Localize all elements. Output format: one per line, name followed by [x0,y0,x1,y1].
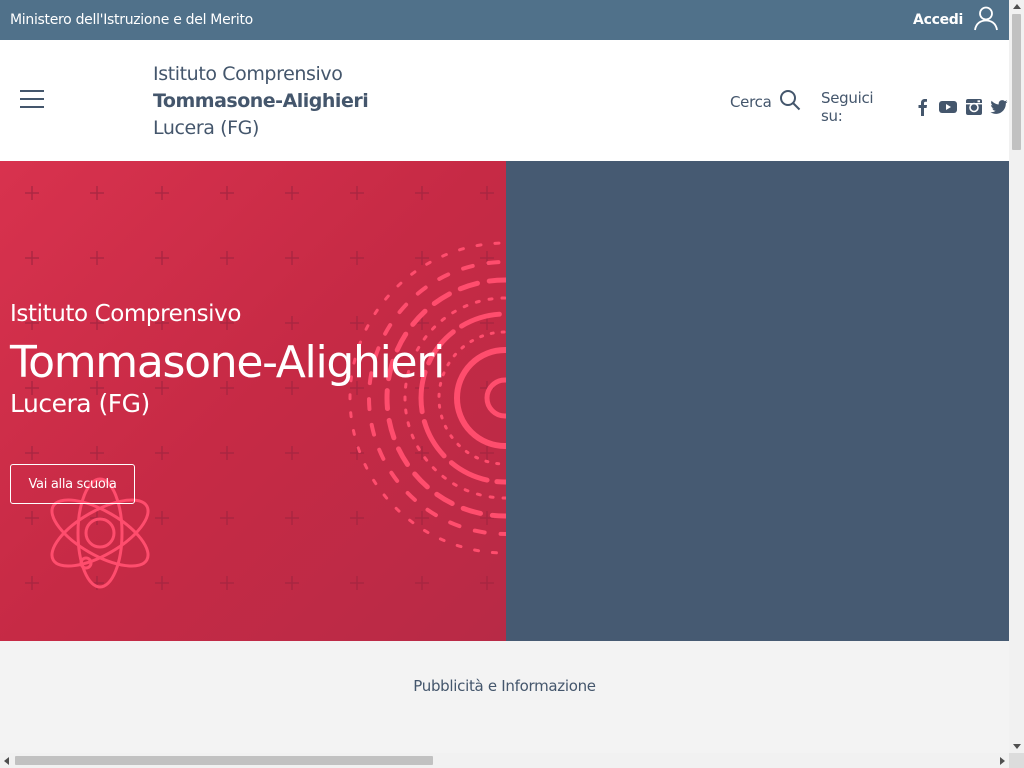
go-to-school-button[interactable]: Vai alla scuola [10,464,135,504]
hero-heading: Istituto Comprensivo Tommasone-Alighieri… [10,301,445,418]
hero-subtitle: Istituto Comprensivo [10,301,242,327]
instagram-icon[interactable] [964,97,983,117]
school-type: Istituto Comprensivo [153,63,343,85]
vertical-scrollbar[interactable] [1009,0,1024,753]
vertical-scroll-thumb[interactable] [1012,14,1021,150]
school-city: Lucera (FG) [153,117,260,139]
scroll-left-arrow[interactable] [4,757,9,765]
advertising-section: Pubblicità e Informazione [0,677,1009,695]
horizontal-scroll-thumb[interactable] [15,756,433,765]
scroll-down-arrow[interactable] [1013,744,1021,749]
search-button[interactable]: Cerca [730,89,801,115]
top-bar: Ministero dell'Istruzione e del Merito A… [0,0,1009,40]
login-label: Accedi [913,12,963,28]
facebook-icon[interactable] [913,97,932,117]
ministry-link[interactable]: Ministero dell'Istruzione e del Merito [10,12,253,28]
hero-side-panel [506,161,1009,641]
search-icon [779,89,801,115]
youtube-icon[interactable] [939,97,958,117]
horizontal-scrollbar[interactable] [0,753,1009,768]
scroll-up-arrow[interactable] [1013,4,1021,9]
scrollbar-corner [1009,753,1024,768]
site-header: Istituto Comprensivo Tommasone-Alighieri… [0,40,1009,161]
social-label: Seguici su: [821,89,874,125]
search-label: Cerca [730,93,772,111]
user-icon [973,5,999,35]
advertising-link[interactable]: Pubblicità e Informazione [413,677,596,695]
twitter-icon[interactable] [990,97,1009,117]
school-brand[interactable]: Istituto Comprensivo Tommasone-Alighieri… [153,61,369,142]
social-links: Seguici su: [821,89,1009,125]
hero-city: Lucera (FG) [10,389,150,418]
hero-banner: Istituto Comprensivo Tommasone-Alighieri… [0,161,506,641]
school-name: Tommasone-Alighieri [153,90,369,112]
hamburger-icon[interactable] [20,90,44,108]
login-button[interactable]: Accedi [913,5,999,35]
hero-title: Tommasone-Alighieri [10,337,445,388]
scroll-right-arrow[interactable] [1000,757,1005,765]
